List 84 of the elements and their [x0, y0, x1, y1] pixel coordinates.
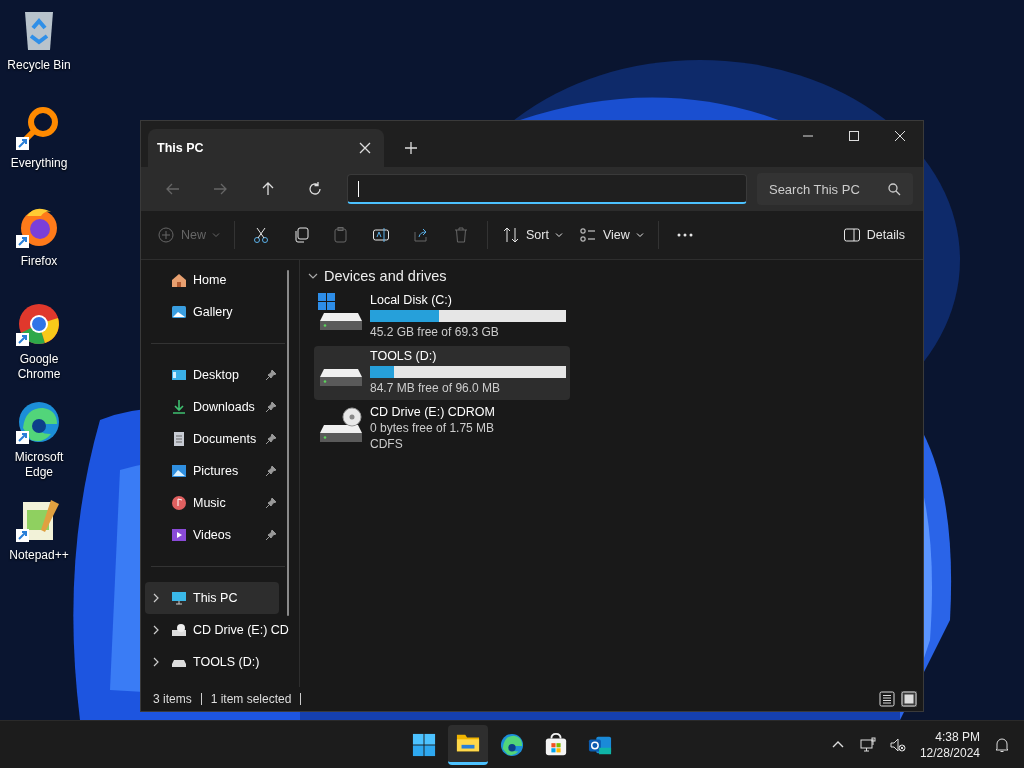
sidebar-item[interactable]: Videos — [145, 519, 279, 551]
drive-detail: CDFS — [370, 436, 404, 452]
chevron-icon[interactable] — [152, 625, 160, 635]
back-arrow-icon — [164, 181, 181, 197]
details-button[interactable]: Details — [834, 218, 913, 252]
sort-icon — [502, 226, 520, 244]
documents-icon — [171, 431, 187, 447]
status-text: 1 item selected — [210, 692, 292, 706]
desktop-icon-label[interactable]: Everything — [1, 156, 77, 171]
list-view-icon[interactable] — [879, 691, 895, 707]
drive-tile[interactable]: CD Drive (E:) CDROM 0 bytes free of 1.75 MB CDFS — [314, 402, 570, 456]
clock-button[interactable]: 4:38 PM 12/28/2024 — [919, 728, 980, 761]
search-icon — [886, 182, 901, 196]
desktop-icon-label[interactable]: Google Chrome — [1, 352, 77, 382]
pin-icon[interactable] — [265, 401, 277, 413]
drive-detail: 0 bytes free of 1.75 MB — [370, 420, 496, 436]
chevron-icon[interactable] — [308, 271, 318, 281]
drive-name: TOOLS (D:) — [370, 349, 438, 364]
clipboard-icon — [332, 226, 350, 244]
desktop-icon — [171, 367, 187, 383]
chevron-icon[interactable] — [152, 593, 160, 603]
section-title: Devices and drives — [324, 268, 447, 284]
sidebar-item[interactable]: Desktop — [145, 359, 279, 391]
share-icon — [412, 226, 430, 244]
sidebar-item[interactable]: Documents — [145, 423, 279, 455]
sidebar-item[interactable]: This PC — [145, 582, 279, 614]
panel-icon — [842, 226, 861, 244]
tiles-view-icon[interactable] — [901, 691, 917, 707]
sidebar-item[interactable]: Home — [145, 264, 279, 296]
desktop-icon-label[interactable]: Microsoft Edge — [1, 450, 77, 480]
sort-button[interactable]: Sort — [494, 218, 571, 252]
more-icon — [675, 233, 694, 237]
new-tab-icon[interactable] — [404, 141, 418, 155]
pin-icon[interactable] — [265, 529, 277, 541]
home-icon — [171, 272, 187, 288]
downloads-icon — [171, 399, 187, 415]
view-button[interactable]: View — [570, 218, 652, 252]
pin-icon[interactable] — [265, 465, 277, 477]
speaker-muted-icon[interactable] — [889, 736, 906, 753]
view-options-icon — [578, 226, 597, 244]
search-field[interactable]: Search This PC — [756, 173, 913, 205]
drive-tile[interactable]: Local Disk (C:) 45.2 GB free of 69.3 GB — [314, 290, 570, 344]
window-tab[interactable]: This PC — [148, 129, 384, 167]
videos-icon — [171, 527, 187, 543]
gallery-icon — [171, 304, 187, 320]
bell-icon[interactable] — [994, 736, 1010, 753]
pin-icon[interactable] — [265, 433, 277, 445]
trash-icon — [452, 226, 470, 244]
pictures-icon — [171, 463, 187, 479]
sidebar-item[interactable]: Music — [145, 487, 279, 519]
sidebar-item[interactable]: Downloads — [145, 391, 279, 423]
desktop-icon-label[interactable]: Notepad++ — [1, 548, 77, 563]
sidebar-item[interactable]: Gallery — [145, 296, 279, 328]
cdrom-icon — [171, 622, 187, 638]
tab-title: This PC — [157, 141, 204, 155]
scissors-icon — [252, 226, 270, 244]
drive-name: Local Disk (C:) — [370, 293, 453, 308]
drive-detail: 45.2 GB free of 69.3 GB — [370, 324, 500, 340]
plus-circle-icon — [157, 226, 175, 244]
explorer-taskbar-button[interactable] — [448, 724, 488, 765]
rename-icon — [372, 226, 390, 244]
drive-detail: 84.7 MB free of 96.0 MB — [370, 380, 502, 396]
desktop-icon-label[interactable]: Firefox — [1, 254, 77, 269]
chevron-icon[interactable] — [152, 657, 160, 667]
windows-logo-icon — [412, 732, 436, 757]
sidebar-item[interactable]: CD Drive (E:) CD — [145, 614, 289, 646]
desktop-icon-label[interactable]: Recycle Bin — [1, 58, 77, 73]
copy-icon — [292, 226, 310, 244]
sidebar-item[interactable]: Pictures — [145, 455, 279, 487]
drive-name: CD Drive (E:) CDROM — [370, 405, 496, 420]
pin-icon[interactable] — [265, 369, 277, 381]
music-icon — [171, 495, 187, 511]
refresh-icon — [307, 181, 324, 197]
close-icon[interactable] — [358, 141, 372, 155]
pc-icon — [171, 590, 187, 606]
drive-tile[interactable]: TOOLS (D:) 84.7 MB free of 96.0 MB — [314, 346, 570, 400]
network-icon[interactable] — [859, 736, 876, 753]
status-text: 3 items — [153, 692, 192, 706]
edge-icon — [500, 732, 524, 757]
pin-icon[interactable] — [265, 497, 277, 509]
store-bag-icon — [544, 732, 568, 757]
address-field[interactable] — [347, 174, 747, 204]
forward-arrow-icon — [212, 181, 229, 197]
sidebar-item[interactable]: TOOLS (D:) — [145, 646, 279, 678]
